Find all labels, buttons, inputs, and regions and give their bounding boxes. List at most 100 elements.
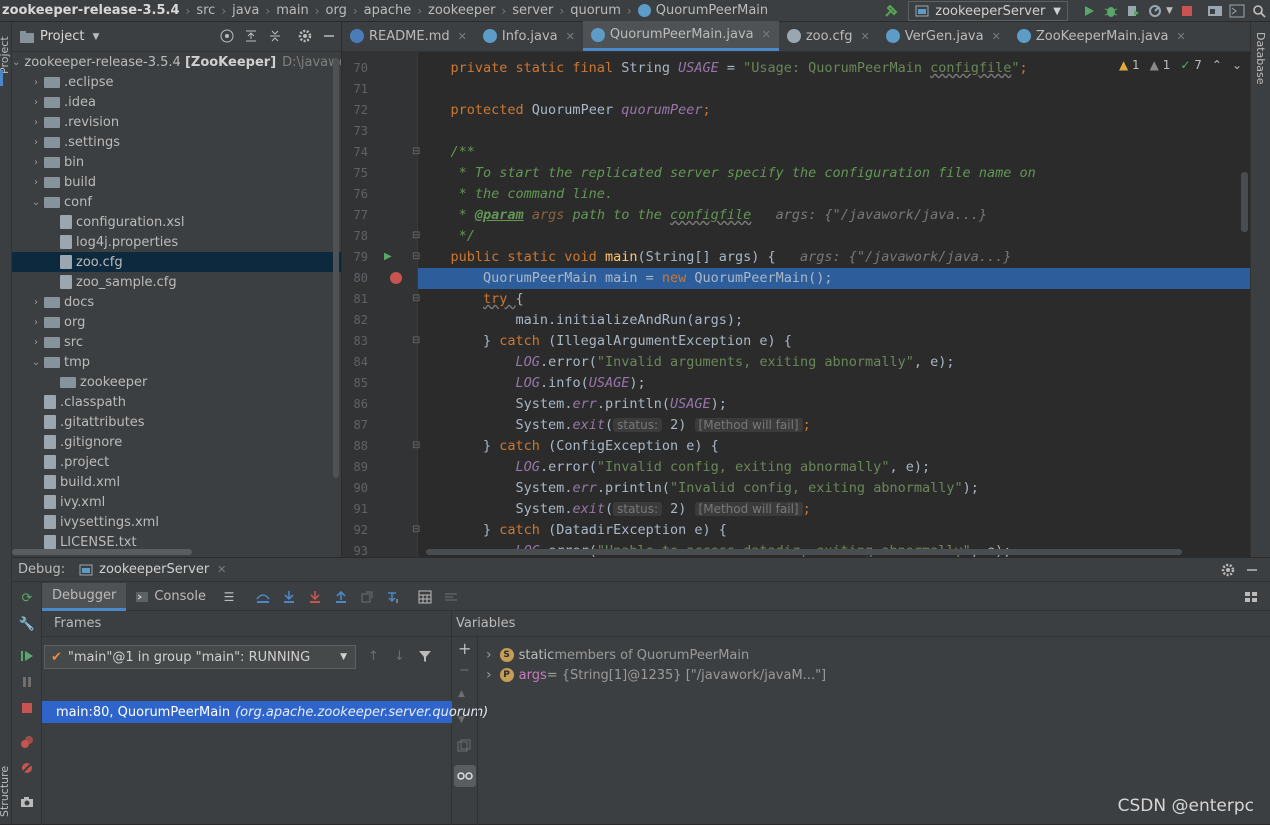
step-out-icon[interactable]	[328, 584, 354, 610]
code-line[interactable]: main.initializeAndRun(args);	[418, 310, 1250, 331]
code-line[interactable]: try {	[418, 289, 1250, 310]
editor-tab[interactable]: README.md ✕	[342, 21, 475, 51]
camera-icon[interactable]	[16, 791, 38, 813]
locate-file-icon[interactable]	[219, 28, 235, 48]
tree-item[interactable]: .gitattributes	[12, 412, 341, 432]
remove-watch-icon[interactable]: −	[459, 663, 470, 678]
tree-item[interactable]: › .eclipse	[12, 72, 341, 92]
run-gutter-icon[interactable]: ▶	[384, 251, 392, 262]
code-line[interactable]	[418, 121, 1250, 142]
project-view-selector[interactable]: Project	[40, 29, 84, 44]
editor-tab[interactable]: VerGen.java ✕	[878, 21, 1009, 51]
minimize-icon[interactable]	[321, 28, 337, 48]
chevron-right-icon[interactable]: ›	[28, 297, 44, 308]
breadcrumb-item[interactable]: java	[232, 3, 259, 18]
search-everywhere-icon[interactable]	[1248, 0, 1270, 22]
stop-icon[interactable]	[1176, 0, 1198, 22]
breakpoint-icon[interactable]	[390, 272, 402, 284]
database-tool-button[interactable]: Database	[1254, 32, 1267, 85]
code-line[interactable]: System.err.println(USAGE);	[418, 394, 1250, 415]
tree-item[interactable]: zookeeper	[12, 372, 341, 392]
stop-icon[interactable]	[16, 697, 38, 719]
tree-item[interactable]: › src	[12, 332, 341, 352]
code-line[interactable]: LOG.error("Invalid config, exiting abnor…	[418, 457, 1250, 478]
breadcrumb-item[interactable]: server	[512, 3, 553, 18]
minimize-icon[interactable]	[1244, 562, 1260, 582]
weak-warning-count[interactable]: ▲ 1	[1150, 58, 1171, 72]
close-icon[interactable]: ✕	[992, 30, 1001, 43]
breadcrumb-item[interactable]: main	[276, 3, 308, 18]
chevron-down-icon[interactable]: ▼	[92, 32, 99, 42]
code-line[interactable]: public static void main(String[] args) {…	[418, 247, 1250, 268]
breadcrumb-item[interactable]: zookeeper-release-3.5.4	[2, 3, 180, 18]
resume-icon[interactable]	[16, 645, 38, 667]
expand-all-icon[interactable]	[243, 28, 259, 48]
vertical-scrollbar[interactable]	[333, 58, 339, 478]
filter-icon[interactable]	[418, 649, 432, 667]
chevron-right-icon[interactable]: ›	[28, 77, 44, 88]
show-watches-icon[interactable]	[454, 765, 476, 787]
gear-icon[interactable]	[297, 28, 313, 48]
code-line[interactable]: /**	[418, 142, 1250, 163]
code-line[interactable]: protected QuorumPeer quorumPeer;	[418, 100, 1250, 121]
thread-selector[interactable]: ✔ "main"@1 in group "main": RUNNING ▼	[44, 645, 356, 669]
duplicate-watch-icon[interactable]	[457, 739, 471, 757]
code-line[interactable]: LOG.error("Invalid arguments, exiting ab…	[418, 352, 1250, 373]
code-area[interactable]: private static final String USAGE = "Usa…	[418, 52, 1250, 557]
tree-item[interactable]: configuration.xsl	[12, 212, 341, 232]
debug-bug-icon[interactable]	[1100, 0, 1122, 22]
code-line[interactable]: * the command line.	[418, 184, 1250, 205]
breadcrumb-item[interactable]: src	[196, 3, 215, 18]
editor-tab[interactable]: ZooKeeperMain.java ✕	[1009, 21, 1194, 51]
structure-tool-button[interactable]: Structure	[0, 766, 11, 817]
code-line[interactable]: LOG.info(USAGE);	[418, 373, 1250, 394]
chevron-right-icon[interactable]: ›	[28, 337, 44, 348]
tree-item[interactable]: zoo.cfg	[12, 252, 341, 272]
code-line[interactable]: * @param args path to the configfile arg…	[418, 205, 1250, 226]
run-icon[interactable]	[1078, 0, 1100, 22]
tree-item[interactable]: build.xml	[12, 472, 341, 492]
mute-breakpoints-icon[interactable]	[16, 757, 38, 779]
move-up-icon[interactable]: ▲	[458, 689, 465, 699]
chevron-down-icon[interactable]: ⌄	[28, 197, 44, 208]
evaluate-expression-icon[interactable]	[412, 584, 438, 610]
tree-item[interactable]: log4j.properties	[12, 232, 341, 252]
code-line[interactable]: * To start the replicated server specify…	[418, 163, 1250, 184]
close-icon[interactable]: ✕	[1177, 30, 1186, 43]
code-line[interactable]: } catch (DatadirException e) {	[418, 520, 1250, 541]
tree-item[interactable]: › org	[12, 312, 341, 332]
tree-item[interactable]: › build	[12, 172, 341, 192]
view-breakpoints-icon[interactable]	[16, 731, 38, 753]
code-line[interactable]: */	[418, 226, 1250, 247]
tree-item[interactable]: .gitignore	[12, 432, 341, 452]
run-to-cursor-icon[interactable]	[380, 584, 406, 610]
step-over-icon[interactable]	[276, 584, 302, 610]
tree-item[interactable]: › .revision	[12, 112, 341, 132]
close-icon[interactable]: ✕	[217, 563, 226, 576]
editor-tab[interactable]: Info.java ✕	[475, 21, 583, 51]
restore-layout-icon[interactable]	[1238, 584, 1264, 610]
breadcrumb-item[interactable]: quorum	[570, 3, 621, 18]
tree-item[interactable]: ivy.xml	[12, 492, 341, 512]
editor-vertical-scrollbar[interactable]	[1241, 172, 1248, 232]
move-down-icon[interactable]: ▼	[458, 715, 465, 725]
variable-row[interactable]: › Sstatic members of QuorumPeerMain	[486, 645, 749, 665]
tree-item[interactable]: zoo_sample.cfg	[12, 272, 341, 292]
tree-item[interactable]: › .settings	[12, 132, 341, 152]
chevron-down-icon[interactable]: ⌄	[12, 57, 20, 68]
vcs-icon[interactable]	[1204, 0, 1226, 22]
chevron-right-icon[interactable]: ›	[28, 177, 44, 188]
previous-frame-icon[interactable]: ↑	[368, 649, 379, 664]
more-run-options-icon[interactable]: ▼	[1166, 6, 1176, 16]
execution-point-line[interactable]: QuorumPeerMain main = new QuorumPeerMain…	[418, 268, 1250, 289]
debug-session-tab[interactable]: zookeeperServer ✕	[79, 562, 226, 577]
run-configuration-selector[interactable]: zookeeperServer ▼	[908, 1, 1068, 21]
code-line[interactable]: } catch (IllegalArgumentException e) {	[418, 331, 1250, 352]
warning-count[interactable]: ▲ 1	[1119, 58, 1140, 72]
chevron-right-icon[interactable]: ›	[28, 157, 44, 168]
inspection-widget[interactable]: ▲ 1 ▲ 1 ✓ 7 ⌃ ⌄	[1119, 58, 1242, 72]
build-hammer-icon[interactable]	[880, 0, 902, 22]
tree-item[interactable]: ⌄ tmp	[12, 352, 341, 372]
chevron-right-icon[interactable]: ›	[28, 117, 44, 128]
trace-stream-icon[interactable]	[438, 584, 464, 610]
